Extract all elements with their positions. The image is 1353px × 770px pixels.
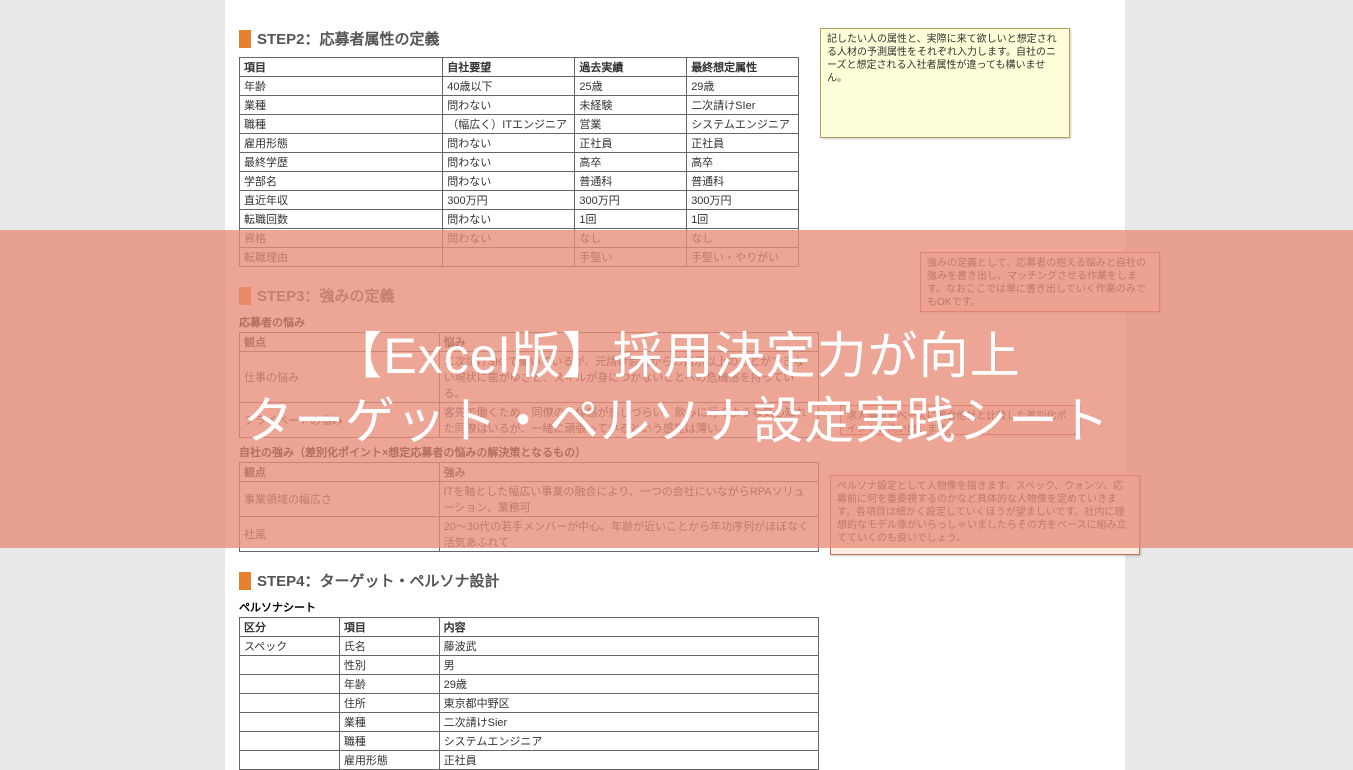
- cell[interactable]: [240, 751, 340, 770]
- step4-header: STEP4：ターゲット・ペルソナ設計: [239, 570, 1125, 591]
- cell[interactable]: [240, 675, 340, 694]
- cell[interactable]: 住所: [339, 694, 439, 713]
- title-overlay: 【Excel版】採用決定力が向上 ターゲット・ペルソナ設定実践シート: [0, 230, 1353, 548]
- table-row: 業種二次請けSier: [240, 713, 819, 732]
- cell[interactable]: 40歳以下: [443, 77, 575, 96]
- table-row: 学部名問わない普通科普通科: [240, 172, 799, 191]
- table-row: 雇用形態正社員: [240, 751, 819, 770]
- col-header[interactable]: 項目: [339, 618, 439, 637]
- table-row: 性別男: [240, 656, 819, 675]
- cell[interactable]: 29歳: [439, 675, 818, 694]
- col-header[interactable]: 最終想定属性: [687, 58, 799, 77]
- table-row: 転職回数問わない1回1回: [240, 210, 799, 229]
- col-header[interactable]: 区分: [240, 618, 340, 637]
- cell[interactable]: 問わない: [443, 96, 575, 115]
- cell[interactable]: 普通科: [687, 172, 799, 191]
- cell[interactable]: システムエンジニア: [687, 115, 799, 134]
- col-header[interactable]: 過去実績: [575, 58, 687, 77]
- cell[interactable]: 300万円: [687, 191, 799, 210]
- cell[interactable]: 問わない: [443, 172, 575, 191]
- section-marker-icon: [239, 30, 251, 48]
- section-marker-icon: [239, 572, 251, 590]
- cell[interactable]: 正社員: [439, 751, 818, 770]
- cell[interactable]: 男: [439, 656, 818, 675]
- table-row: 職種（幅広く）ITエンジニア営業システムエンジニア: [240, 115, 799, 134]
- cell[interactable]: 二次請けSIer: [687, 96, 799, 115]
- cell[interactable]: 29歳: [687, 77, 799, 96]
- cell[interactable]: システムエンジニア: [439, 732, 818, 751]
- cell[interactable]: 正社員: [687, 134, 799, 153]
- cell[interactable]: 直近年収: [240, 191, 443, 210]
- cell[interactable]: [240, 732, 340, 751]
- col-header[interactable]: 自社要望: [443, 58, 575, 77]
- table-row: 年齢29歳: [240, 675, 819, 694]
- cell[interactable]: 二次請けSier: [439, 713, 818, 732]
- cell[interactable]: 高卒: [687, 153, 799, 172]
- cell[interactable]: 300万円: [443, 191, 575, 210]
- cell[interactable]: 業種: [240, 96, 443, 115]
- cell[interactable]: 最終学歴: [240, 153, 443, 172]
- cell[interactable]: 1回: [687, 210, 799, 229]
- cell[interactable]: 業種: [339, 713, 439, 732]
- table-row: 職種システムエンジニア: [240, 732, 819, 751]
- cell[interactable]: 高卒: [575, 153, 687, 172]
- cell[interactable]: 普通科: [575, 172, 687, 191]
- table-row: 直近年収300万円300万円300万円: [240, 191, 799, 210]
- cell[interactable]: 職種: [339, 732, 439, 751]
- table-row: 年齢40歳以下25歳29歳: [240, 77, 799, 96]
- overlay-line2: ターゲット・ペルソナ設定実践シート: [243, 389, 1110, 454]
- cell[interactable]: [240, 694, 340, 713]
- cell[interactable]: 未経験: [575, 96, 687, 115]
- step2-title: STEP2：応募者属性の定義: [257, 28, 440, 49]
- cell[interactable]: [240, 713, 340, 732]
- cell[interactable]: 問わない: [443, 153, 575, 172]
- cell[interactable]: 転職回数: [240, 210, 443, 229]
- cell[interactable]: 300万円: [575, 191, 687, 210]
- table-row: 住所東京都中野区: [240, 694, 819, 713]
- cell[interactable]: 1回: [575, 210, 687, 229]
- overlay-line1: 【Excel版】採用決定力が向上: [332, 324, 1020, 389]
- table-row: 業種問わない未経験二次請けSIer: [240, 96, 799, 115]
- cell[interactable]: 性別: [339, 656, 439, 675]
- table-row: スペック氏名藤波武: [240, 637, 819, 656]
- step4-sub: ペルソナシート: [239, 599, 1125, 615]
- cell[interactable]: 問わない: [443, 210, 575, 229]
- cell[interactable]: 問わない: [443, 134, 575, 153]
- cell[interactable]: 営業: [575, 115, 687, 134]
- step4-table[interactable]: 区分項目内容 スペック氏名藤波武 性別男 年齢29歳 住所東京都中野区 業種二次…: [239, 617, 819, 770]
- cell[interactable]: 雇用形態: [240, 134, 443, 153]
- cell[interactable]: 学部名: [240, 172, 443, 191]
- step4-title: STEP4：ターゲット・ペルソナ設計: [257, 570, 500, 591]
- cell[interactable]: 氏名: [339, 637, 439, 656]
- table-header-row: 項目 自社要望 過去実績 最終想定属性: [240, 58, 799, 77]
- table-row: 雇用形態問わない正社員正社員: [240, 134, 799, 153]
- cell[interactable]: 25歳: [575, 77, 687, 96]
- col-header[interactable]: 内容: [439, 618, 818, 637]
- comment-note-1[interactable]: 記したい人の属性と、実際に来て欲しいと想定される人材の予測属性をそれぞれ入力しま…: [820, 28, 1070, 138]
- cell[interactable]: スペック: [240, 637, 340, 656]
- col-header[interactable]: 項目: [240, 58, 443, 77]
- table-row: 最終学歴問わない高卒高卒: [240, 153, 799, 172]
- cell[interactable]: 正社員: [575, 134, 687, 153]
- cell[interactable]: 東京都中野区: [439, 694, 818, 713]
- cell[interactable]: 雇用形態: [339, 751, 439, 770]
- cell[interactable]: （幅広く）ITエンジニア: [443, 115, 575, 134]
- cell[interactable]: 年齢: [240, 77, 443, 96]
- cell[interactable]: 職種: [240, 115, 443, 134]
- cell[interactable]: 年齢: [339, 675, 439, 694]
- cell[interactable]: 藤波武: [439, 637, 818, 656]
- cell[interactable]: [240, 656, 340, 675]
